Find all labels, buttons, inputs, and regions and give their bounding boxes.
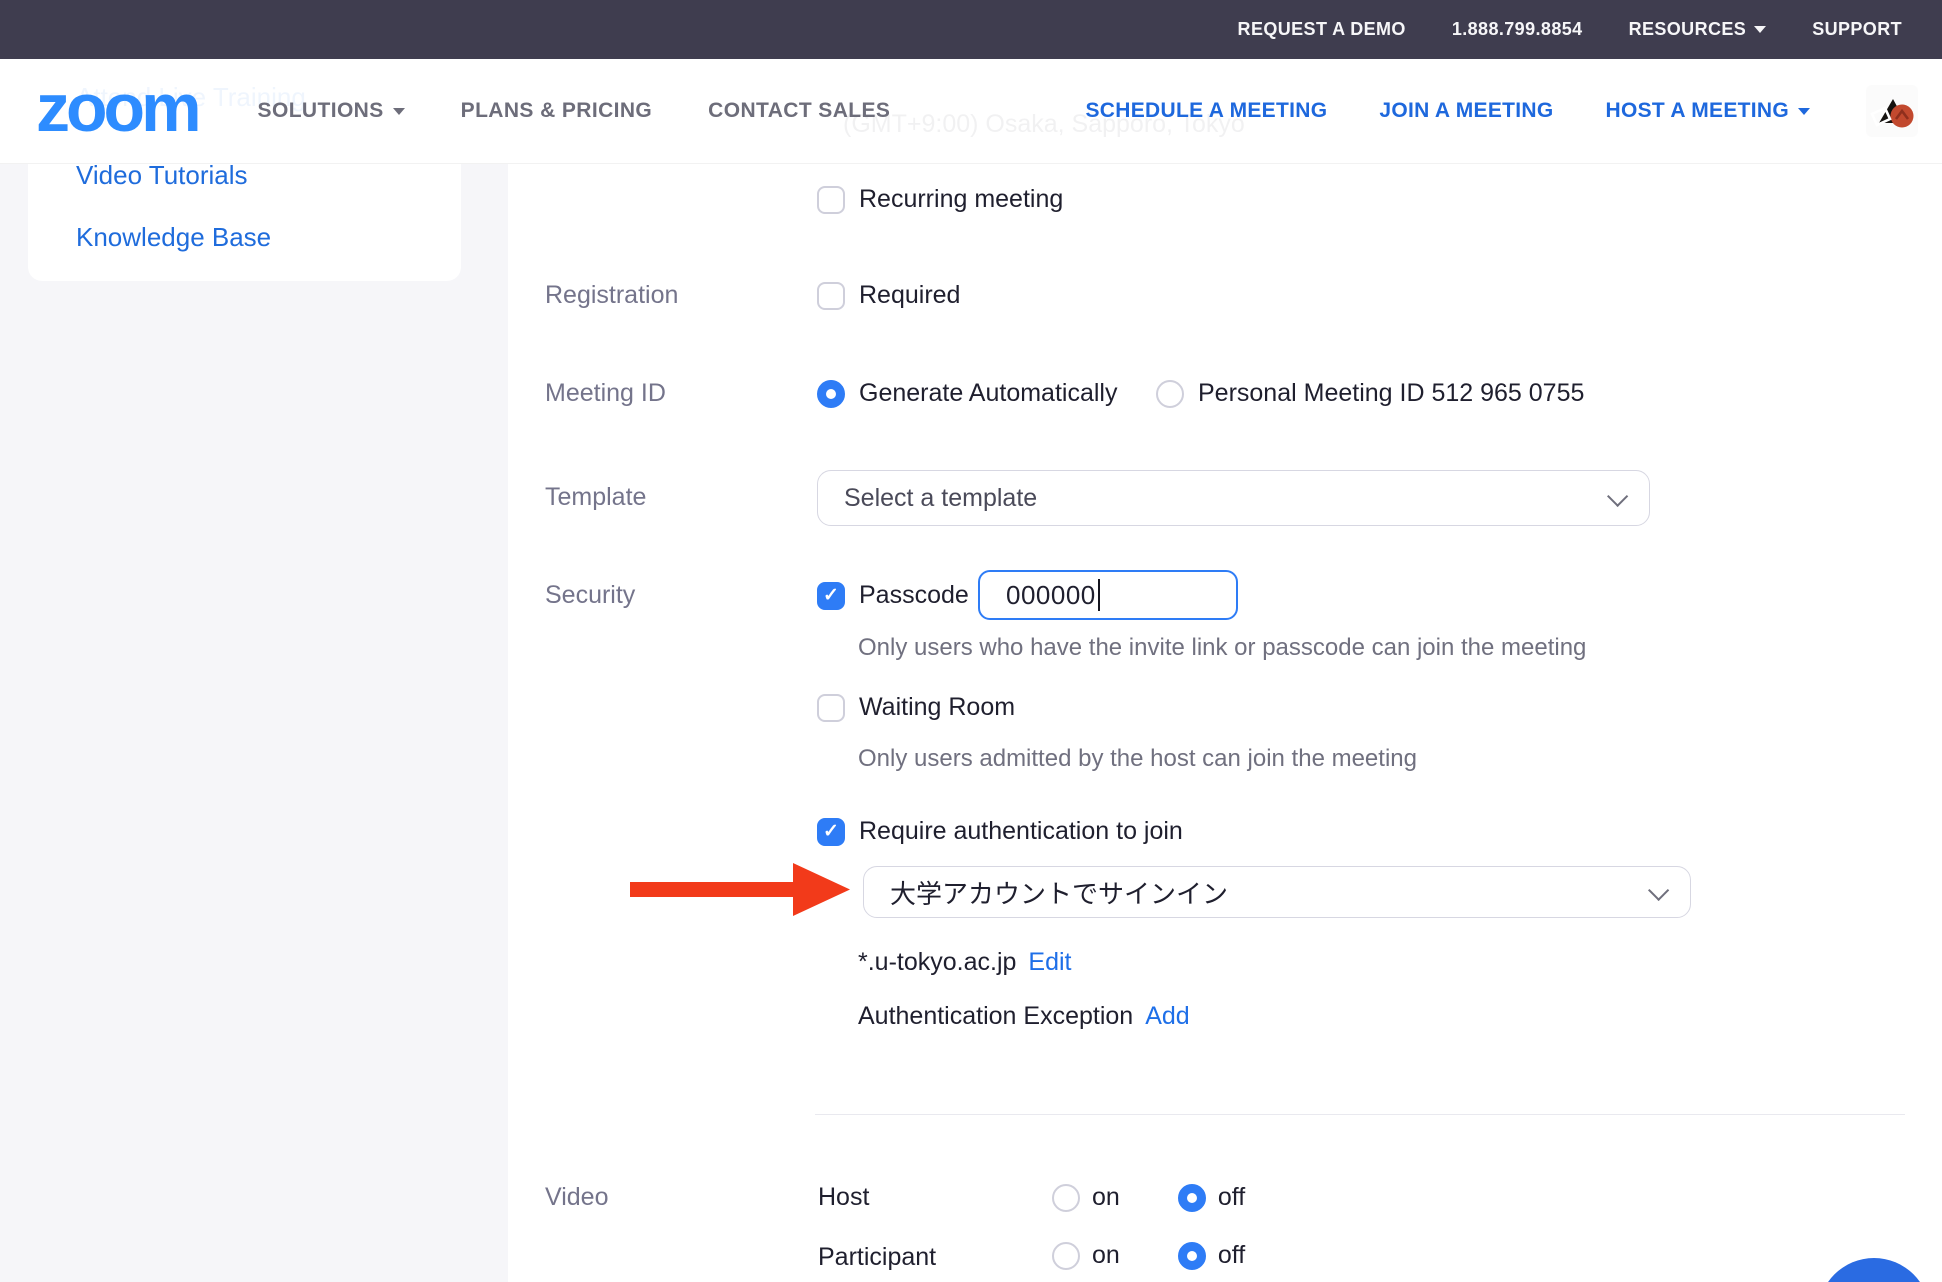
join-meeting-link[interactable]: JOIN A MEETING (1379, 99, 1553, 123)
phone-number[interactable]: 1.888.799.8854 (1452, 19, 1583, 40)
registration-label: Registration (545, 281, 678, 310)
video-label: Video (545, 1183, 609, 1212)
participant-video-options: on off (1052, 1241, 1245, 1270)
nav-plans-pricing-label: PLANS & PRICING (461, 99, 653, 123)
recurring-meeting-label: Recurring meeting (859, 185, 1063, 214)
participant-video-off-label: off (1218, 1241, 1245, 1270)
caret-down-icon (1754, 26, 1766, 33)
host-video-off-radio[interactable] (1178, 1184, 1206, 1212)
auth-method-select[interactable]: 大学アカウントでサインイン (863, 866, 1691, 918)
host-video-on-label: on (1092, 1183, 1120, 1212)
nav-contact-sales[interactable]: CONTACT SALES (708, 99, 890, 123)
schedule-meeting-link[interactable]: SCHEDULE A MEETING (1085, 99, 1327, 123)
chevron-down-icon (1607, 485, 1628, 506)
participant-video-on-radio[interactable] (1052, 1242, 1080, 1270)
waiting-room-row: Waiting Room (817, 693, 1015, 722)
auth-exception-label: Authentication Exception (858, 1002, 1133, 1031)
schedule-meeting-label: SCHEDULE A MEETING (1085, 99, 1327, 123)
passcode-input[interactable]: 000000 (978, 570, 1238, 620)
meeting-id-label: Meeting ID (545, 379, 666, 408)
recurring-meeting-row: Recurring meeting (817, 185, 1063, 214)
host-meeting-label: HOST A MEETING (1606, 99, 1789, 123)
sidebar-item-knowledge-base[interactable]: Knowledge Base (76, 222, 271, 253)
security-label: Security (545, 581, 635, 610)
auth-method-value: 大学アカウントでサインイン (890, 874, 1228, 911)
generate-automatically-radio[interactable] (817, 380, 845, 408)
avatar-image (1866, 85, 1918, 137)
recurring-meeting-checkbox[interactable] (817, 186, 845, 214)
nav-plans-pricing[interactable]: PLANS & PRICING (461, 99, 653, 123)
auth-domain-value: *.u-tokyo.ac.jp (858, 948, 1016, 977)
caret-down-icon (1798, 108, 1810, 115)
host-meeting-menu[interactable]: HOST A MEETING (1606, 99, 1810, 123)
personal-meeting-id-label: Personal Meeting ID 512 965 0755 (1198, 379, 1584, 408)
support-link[interactable]: SUPPORT (1812, 19, 1902, 40)
text-cursor (1098, 579, 1100, 611)
nav-solutions[interactable]: SOLUTIONS (258, 99, 405, 123)
passcode-label: Passcode (859, 581, 969, 610)
main-header: zoom SOLUTIONS PLANS & PRICING CONTACT S… (0, 59, 1942, 164)
require-auth-row: ✓ Require authentication to join (817, 817, 1183, 846)
registration-required-checkbox[interactable] (817, 282, 845, 310)
zoom-schedule-meeting-page: Attend Live Training Video Tutorials Kno… (0, 0, 1942, 1282)
add-exception-link[interactable]: Add (1145, 1002, 1189, 1031)
passcode-help-text: Only users who have the invite link or p… (858, 634, 1586, 662)
registration-required-label: Required (859, 281, 960, 310)
phone-number-label: 1.888.799.8854 (1452, 19, 1583, 40)
participant-video-on-label: on (1092, 1241, 1120, 1270)
top-utility-bar: REQUEST A DEMO 1.888.799.8854 RESOURCES … (0, 0, 1942, 59)
generate-automatically-label: Generate Automatically (859, 379, 1117, 408)
support-label: SUPPORT (1812, 19, 1902, 40)
chevron-down-icon (1648, 879, 1669, 900)
profile-avatar[interactable] (1866, 85, 1918, 137)
red-annotation-arrow (628, 860, 852, 918)
template-label: Template (545, 483, 646, 512)
section-divider (815, 1114, 1905, 1115)
meeting-id-personal-option: Personal Meeting ID 512 965 0755 (1156, 379, 1584, 408)
caret-down-icon (393, 108, 405, 115)
nav-contact-sales-label: CONTACT SALES (708, 99, 890, 123)
edit-domain-link[interactable]: Edit (1028, 948, 1071, 977)
host-label: Host (818, 1183, 869, 1212)
participant-video-off-radio[interactable] (1178, 1242, 1206, 1270)
join-meeting-label: JOIN A MEETING (1379, 99, 1553, 123)
waiting-room-label: Waiting Room (859, 693, 1015, 722)
waiting-room-help-text: Only users admitted by the host can join… (858, 745, 1417, 773)
zoom-logo[interactable]: zoom (36, 74, 198, 142)
resources-label: RESOURCES (1629, 19, 1747, 40)
template-select[interactable]: Select a template (817, 470, 1650, 526)
sidebar-item-video-tutorials[interactable]: Video Tutorials (76, 160, 248, 191)
host-video-off-label: off (1218, 1183, 1245, 1212)
auth-domain-row: *.u-tokyo.ac.jp Edit (858, 948, 1072, 977)
resources-menu[interactable]: RESOURCES (1629, 19, 1767, 40)
participant-label: Participant (818, 1243, 936, 1272)
personal-meeting-id-radio[interactable] (1156, 380, 1184, 408)
request-demo-link[interactable]: REQUEST A DEMO (1238, 19, 1406, 40)
template-select-value: Select a template (844, 484, 1037, 513)
main-nav: SOLUTIONS PLANS & PRICING CONTACT SALES (258, 99, 891, 123)
passcode-value: 000000 (1006, 580, 1096, 611)
require-auth-checkbox[interactable]: ✓ (817, 818, 845, 846)
host-video-options: on off (1052, 1183, 1245, 1212)
passcode-checkbox[interactable]: ✓ (817, 582, 845, 610)
host-video-on-radio[interactable] (1052, 1184, 1080, 1212)
auth-exception-row: Authentication Exception Add (858, 1002, 1190, 1031)
passcode-row: ✓ Passcode (817, 581, 969, 610)
request-demo-label: REQUEST A DEMO (1238, 19, 1406, 40)
registration-row: Required (817, 281, 960, 310)
require-auth-label: Require authentication to join (859, 817, 1183, 846)
meeting-id-generate-option: Generate Automatically (817, 379, 1117, 408)
waiting-room-checkbox[interactable] (817, 694, 845, 722)
nav-solutions-label: SOLUTIONS (258, 99, 384, 123)
header-actions: SCHEDULE A MEETING JOIN A MEETING HOST A… (1085, 85, 1918, 137)
